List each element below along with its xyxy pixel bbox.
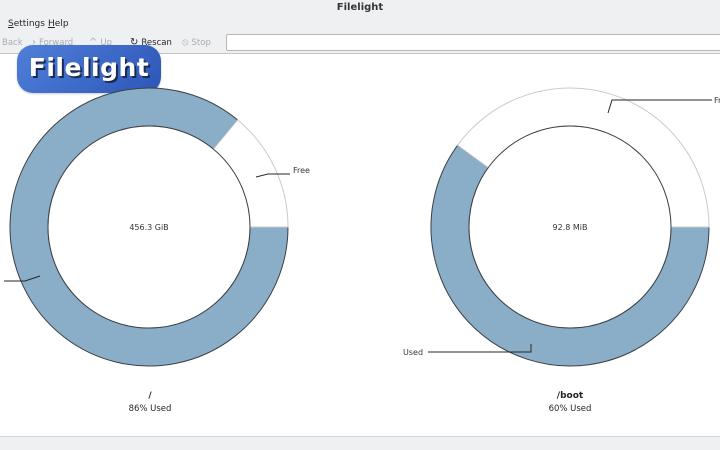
- disk-used-root: 86% Used: [128, 404, 172, 414]
- menu-settings[interactable]: Settings: [8, 16, 45, 32]
- free-callout-label: Free: [293, 166, 310, 175]
- disk-used-boot: 60% Used: [548, 404, 592, 414]
- stop-button[interactable]: ⦸ Stop: [182, 35, 211, 51]
- window-title: Filelight: [0, 0, 720, 16]
- disk-name-root: /: [148, 391, 152, 401]
- status-bar: [0, 436, 720, 450]
- back-label: Back: [2, 38, 23, 48]
- stop-label: Stop: [191, 38, 211, 48]
- used-callout-label: Used: [403, 348, 423, 357]
- disk-name-boot: /boot: [556, 391, 584, 401]
- free-callout-label: Free: [714, 96, 720, 105]
- disk-size-label: 92.8 MiB: [553, 223, 588, 232]
- location-input[interactable]: [226, 34, 720, 51]
- back-button[interactable]: Back: [2, 35, 23, 51]
- menu-bar: Settings Help: [0, 16, 720, 32]
- menu-help[interactable]: Help: [48, 16, 69, 32]
- disk-usage-charts: 456.3 GiBFreeUsed92.8 MiBFreeUsed: [0, 87, 720, 367]
- stop-icon: ⦸: [182, 37, 189, 48]
- disk-size-label: 456.3 GiB: [129, 223, 168, 232]
